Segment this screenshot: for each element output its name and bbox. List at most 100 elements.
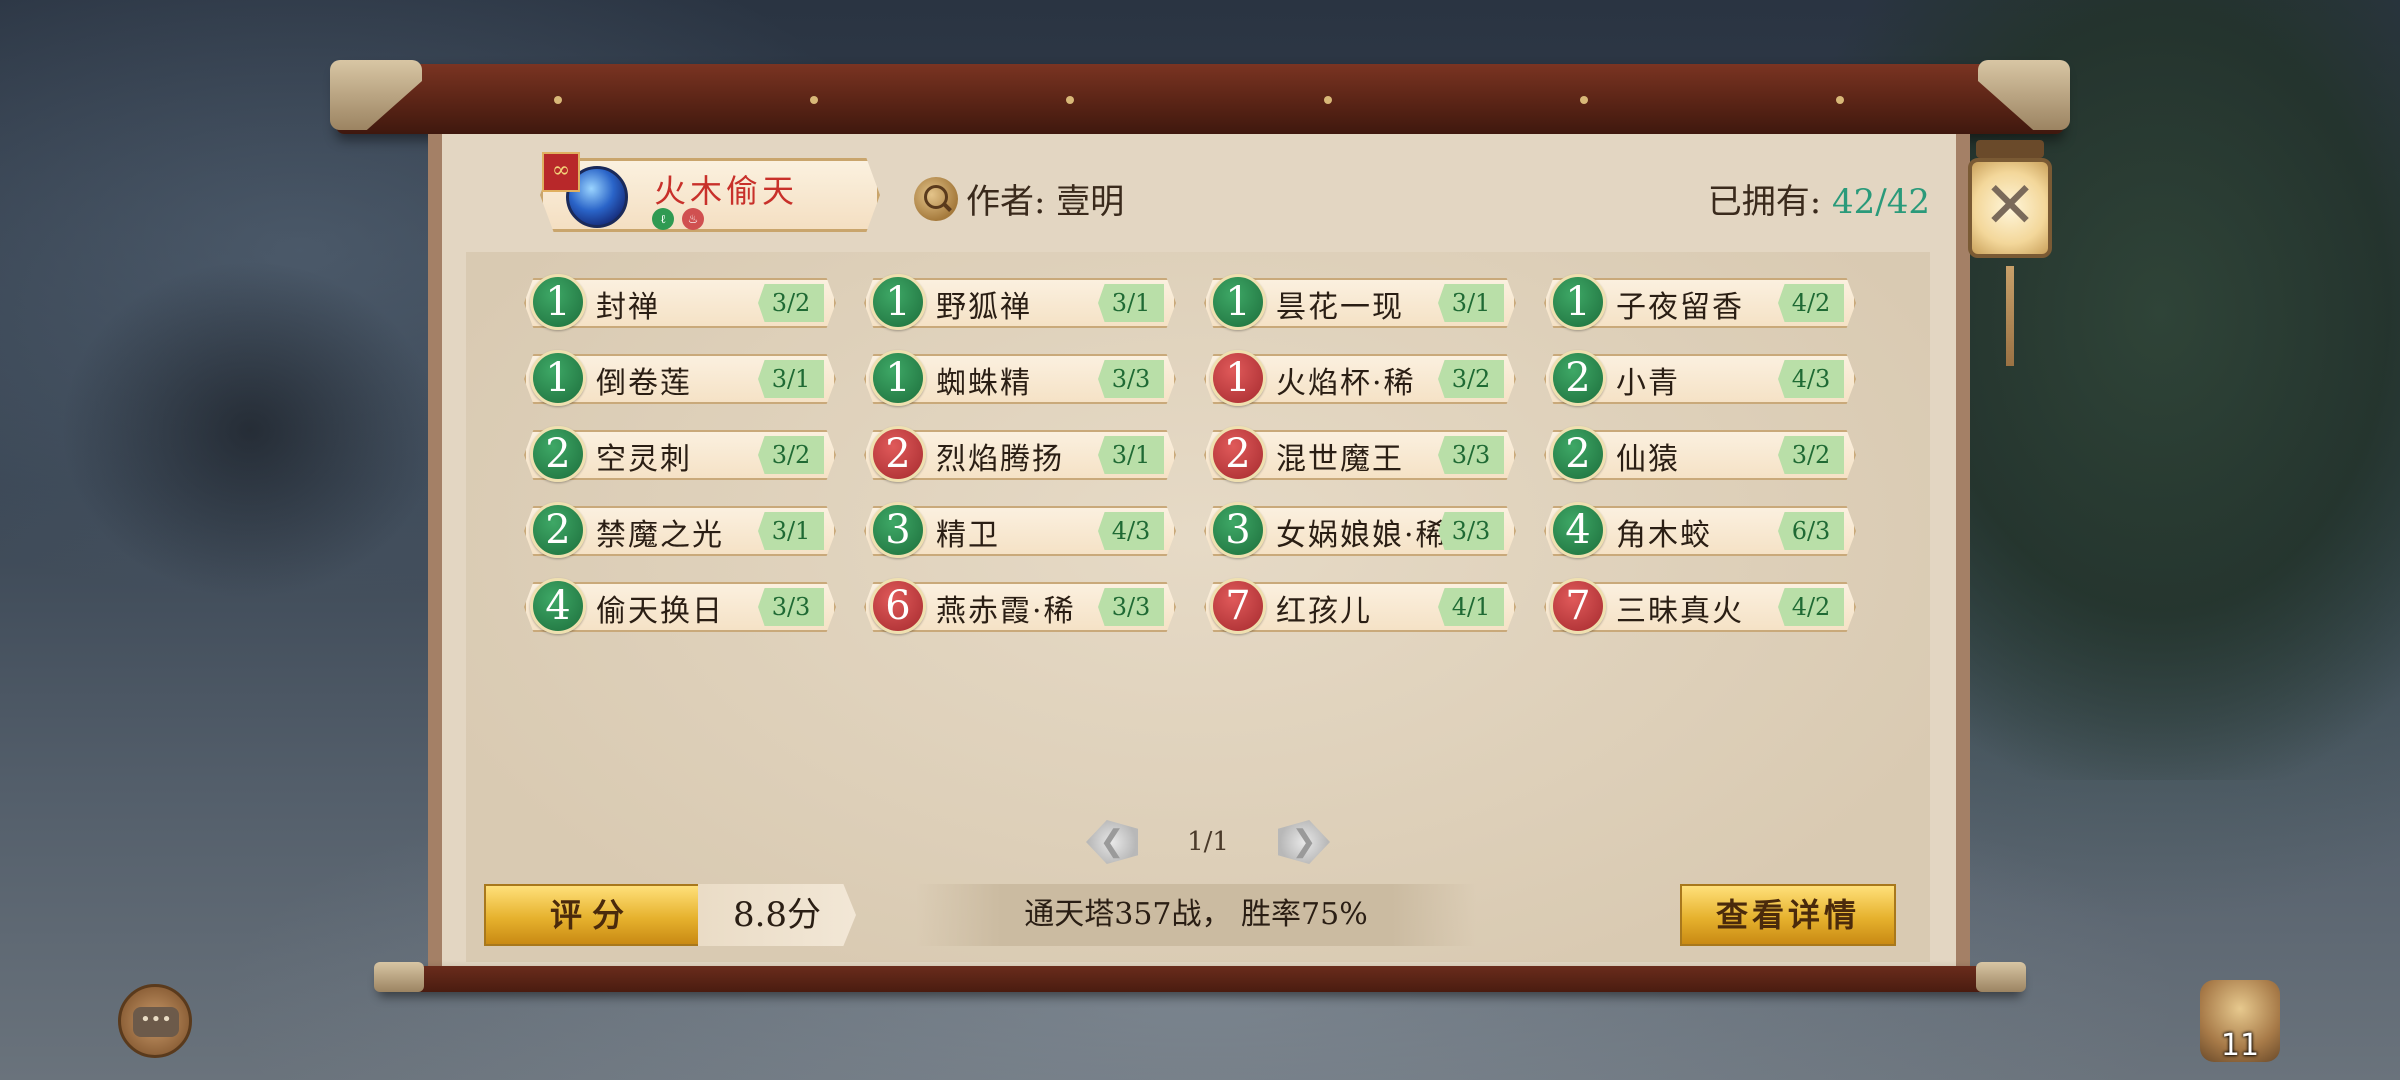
card-count: 3/1 [1098, 284, 1164, 322]
card-item[interactable]: 2 混世魔王 3/3 [1198, 426, 1516, 484]
rate-button[interactable]: 评分 [484, 884, 700, 946]
card-name: 空灵刺 [596, 442, 692, 474]
deck-detail-panel: ∞ 火木偷天 ℓ ♨ 作者: 壹明 已拥有: 42/42 1 封禅 3/2 1 野狐禅 3… [428, 134, 1970, 968]
scroll-paper: ∞ 火木偷天 ℓ ♨ 作者: 壹明 已拥有: 42/42 1 封禅 3/2 1 野狐禅 3… [442, 134, 1956, 968]
close-icon[interactable]: ✕ [1968, 158, 2052, 258]
card-item[interactable]: 1 野狐禅 3/1 [858, 274, 1176, 332]
card-name: 倒卷莲 [596, 366, 692, 398]
card-cost: 4 [530, 578, 586, 634]
card-count: 4/2 [1778, 588, 1844, 626]
card-name: 小青 [1616, 366, 1680, 398]
pager: ❮ 1/1 ❮ [1086, 816, 1330, 868]
card-cost: 6 [870, 578, 926, 634]
page-indicator: 1/1 [1187, 827, 1229, 857]
chevron-right-icon[interactable]: ❮ [1278, 820, 1330, 864]
card-item[interactable]: 3 女娲娘娘·稀 3/3 [1198, 502, 1516, 560]
card-cost: 2 [530, 426, 586, 482]
card-item[interactable]: 4 偷天换日 3/3 [518, 578, 836, 636]
scroll-top-rod [330, 60, 2070, 134]
card-cost: 1 [530, 350, 586, 406]
card-count: 3/3 [1438, 512, 1504, 550]
card-name: 仙猿 [1616, 442, 1680, 474]
chat-icon: ••• [133, 1007, 179, 1037]
card-count: 3/3 [1098, 360, 1164, 398]
card-cost: 2 [1210, 426, 1266, 482]
card-name: 烈焰腾扬 [936, 442, 1064, 474]
card-count: 3/1 [1438, 284, 1504, 322]
card-cost: 3 [1210, 502, 1266, 558]
close-button[interactable]: ✕ [1968, 140, 2052, 370]
card-item[interactable]: 1 火焰杯·稀 3/2 [1198, 350, 1516, 408]
search-icon[interactable] [914, 176, 958, 221]
card-name: 野狐禅 [936, 290, 1032, 322]
card-item[interactable]: 2 烈焰腾扬 3/1 [858, 426, 1176, 484]
card-name: 蜘蛛精 [936, 366, 1032, 398]
card-count: 3/2 [1438, 360, 1504, 398]
card-item[interactable]: 7 三昧真火 4/2 [1538, 578, 1856, 636]
card-cost: 2 [1550, 350, 1606, 406]
card-count: 3/2 [758, 436, 824, 474]
card-count: 3/2 [1778, 436, 1844, 474]
card-item[interactable]: 3 精卫 4/3 [858, 502, 1176, 560]
scroll-bottom-rod [374, 962, 2026, 992]
owned-label: 已拥有: [1707, 182, 1833, 222]
card-count: 3/1 [758, 360, 824, 398]
view-details-button[interactable]: 查看详情 [1680, 884, 1896, 946]
card-name: 混世魔王 [1276, 442, 1404, 474]
card-count: 4/2 [1778, 284, 1844, 322]
card-count: 3/1 [758, 512, 824, 550]
card-name: 女娲娘娘·稀 [1276, 518, 1446, 550]
card-cost: 3 [870, 502, 926, 558]
card-item[interactable]: 7 红孩儿 4/1 [1198, 578, 1516, 636]
card-item[interactable]: 2 禁魔之光 3/1 [518, 502, 836, 560]
card-item[interactable]: 1 子夜留香 4/2 [1538, 274, 1856, 332]
footer-bar: 评分 8.8分 通天塔357战， 胜率75% 查看详情 [466, 876, 1930, 956]
chat-button[interactable]: ••• [118, 984, 192, 1058]
chevron-left-icon[interactable]: ❮ [1086, 820, 1138, 864]
card-name: 燕赤霞·稀 [936, 594, 1076, 626]
card-item[interactable]: 1 蜘蛛精 3/3 [858, 350, 1176, 408]
card-count: 3/3 [758, 588, 824, 626]
deck-element-tags: ℓ ♨ [652, 208, 704, 230]
card-item[interactable]: 2 仙猿 3/2 [1538, 426, 1856, 484]
owned-count: 已拥有: 42/42 [1708, 174, 1930, 223]
card-cost: 1 [1210, 350, 1266, 406]
wood-element-icon: ℓ [652, 208, 674, 230]
card-name: 昙花一现 [1276, 290, 1404, 322]
score-value: 8.8分 [698, 884, 856, 946]
card-name: 封禅 [596, 290, 660, 322]
card-item[interactable]: 1 封禅 3/2 [518, 274, 836, 332]
card-cost: 1 [870, 350, 926, 406]
author-info[interactable]: 作者: 壹明 [914, 174, 1124, 223]
card-count: 3/1 [1098, 436, 1164, 474]
deck-badge[interactable]: ∞ 火木偷天 ℓ ♨ [526, 152, 888, 236]
card-item[interactable]: 6 燕赤霞·稀 3/3 [858, 578, 1176, 636]
card-count: 3/3 [1438, 436, 1504, 474]
card-cost: 2 [870, 426, 926, 482]
card-item[interactable]: 1 昙花一现 3/1 [1198, 274, 1516, 332]
card-cost: 7 [1210, 578, 1266, 634]
card-name: 禁魔之光 [596, 518, 724, 550]
battle-record: 通天塔357战， 胜率75% [916, 884, 1476, 946]
card-cost: 2 [530, 502, 586, 558]
card-cost: 1 [870, 274, 926, 330]
link-icon: ∞ [542, 152, 580, 192]
card-item[interactable]: 2 小青 4/3 [1538, 350, 1856, 408]
card-count: 4/1 [1438, 588, 1504, 626]
card-count: 4/3 [1778, 360, 1844, 398]
card-name: 火焰杯·稀 [1276, 366, 1416, 398]
card-name: 红孩儿 [1276, 594, 1372, 626]
bag-count: 11 [2220, 1028, 2260, 1063]
card-count: 4/3 [1098, 512, 1164, 550]
card-name: 偷天换日 [596, 594, 724, 626]
author-label: 作者: 壹明 [966, 182, 1125, 222]
card-item[interactable]: 4 角木蛟 6/3 [1538, 502, 1856, 560]
card-name: 角木蛟 [1616, 518, 1712, 550]
card-cost: 1 [1550, 274, 1606, 330]
card-item[interactable]: 1 倒卷莲 3/1 [518, 350, 836, 408]
card-count: 3/3 [1098, 588, 1164, 626]
background-temple [60, 260, 440, 600]
card-item[interactable]: 2 空灵刺 3/2 [518, 426, 836, 484]
card-count: 3/2 [758, 284, 824, 322]
card-cost: 1 [1210, 274, 1266, 330]
